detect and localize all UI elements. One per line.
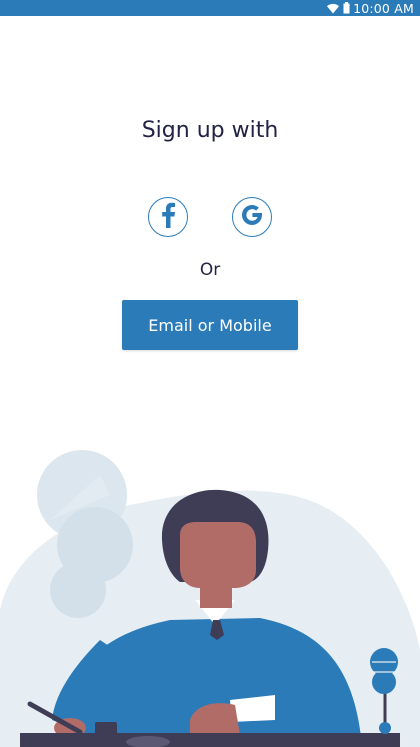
battery-icon: [343, 2, 350, 14]
or-divider-text: Or: [199, 260, 221, 280]
google-icon: [239, 202, 265, 233]
email-or-mobile-button[interactable]: Email or Mobile: [122, 300, 298, 350]
wifi-icon: [326, 3, 340, 14]
facebook-icon: [159, 202, 177, 233]
status-time: 10:00 AM: [353, 0, 414, 16]
facebook-button[interactable]: [148, 197, 188, 237]
page-title: Sign up with: [141, 118, 279, 143]
status-bar: 10:00 AM: [0, 0, 420, 16]
person-at-desk-illustration: [0, 450, 420, 747]
signup-screen: 10:00 AM Sign up with Or Email or Mobile: [0, 0, 420, 747]
google-button[interactable]: [232, 197, 272, 237]
